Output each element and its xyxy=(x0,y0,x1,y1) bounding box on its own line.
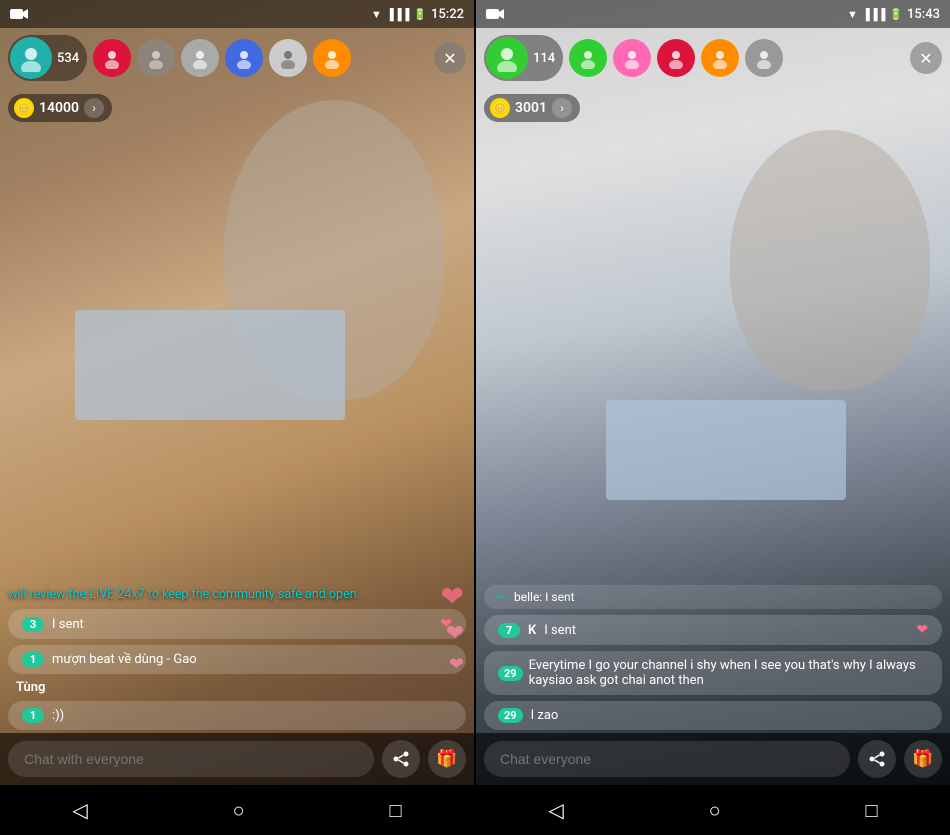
badge-1-left: 3 xyxy=(22,617,44,632)
status-time-left: 15:22 xyxy=(431,7,464,22)
recents-button-left[interactable]: □ xyxy=(389,798,401,823)
badge-long-right: 29 xyxy=(498,666,523,681)
bottom-nav-left: ◁ ○ □ xyxy=(0,785,474,835)
chat-bubble-1-left: 3 I sent ❤ xyxy=(8,609,466,639)
coin-amount-left: 14000 xyxy=(39,100,79,116)
badge-3-left: 1 xyxy=(22,708,44,723)
chat-text-2-left: mượn beat về dùng - Gao xyxy=(52,652,452,667)
status-right-group-right: ▼ ▐▐▐ 🔋 15:43 xyxy=(847,7,940,22)
right-phone-panel: ▼ ▐▐▐ 🔋 15:43 114 xyxy=(476,0,950,835)
bars-icon-left: ▐▐▐ xyxy=(386,8,409,21)
chat-username-2-left: Tùng xyxy=(8,676,466,695)
badge-zao-right: 29 xyxy=(498,708,523,723)
status-bar-right: ▼ ▐▐▐ 🔋 15:43 xyxy=(476,0,950,28)
coin-bar-left[interactable]: 🪙 14000 › xyxy=(8,94,112,122)
gift-button-right[interactable]: 🎁 xyxy=(904,740,942,778)
coin-arrow-left[interactable]: › xyxy=(84,98,104,118)
bottom-nav-right: ◁ ○ □ xyxy=(476,785,950,835)
chat-text-3-left: :)) xyxy=(52,708,452,723)
chat-text-k-right: I sent xyxy=(544,623,908,638)
system-message-left: will review the LIVE 24x7 to keep the co… xyxy=(8,586,466,604)
k-username-right: K xyxy=(528,623,536,638)
badge-belle-right xyxy=(496,596,506,598)
host-avatar-left xyxy=(10,37,52,79)
camera-icon-right xyxy=(486,6,506,22)
chat-text-zao-right: I zao xyxy=(531,708,928,723)
bars-icon-right: ▐▐▐ xyxy=(862,8,885,21)
belle-username-right: belle: I sent xyxy=(514,590,930,604)
signal-icon-left: ▼ xyxy=(371,8,382,21)
top-bar-right: 114 xyxy=(476,28,950,88)
viewer-avatar-2-right[interactable] xyxy=(613,39,651,77)
coin-amount-right: 3001 xyxy=(515,100,547,116)
viewer-avatar-6-left[interactable] xyxy=(313,39,351,77)
heart-k-right: ❤ xyxy=(916,622,928,638)
face-silhouette-right xyxy=(730,130,930,390)
badge-k-right: 7 xyxy=(498,623,520,638)
viewer-avatar-5-left[interactable] xyxy=(269,39,307,77)
status-bar-left: ▼ ▐▐▐ 🔋 15:22 xyxy=(0,0,474,28)
host-info-right[interactable]: 114 xyxy=(484,35,563,81)
close-button-left[interactable]: ✕ xyxy=(434,42,466,74)
chat-area-left: will review the LIVE 24x7 to keep the co… xyxy=(0,586,474,731)
battery-icon-right: 🔋 xyxy=(889,8,903,21)
bubble-row-1-right: 29 Everytime I go your channel i shy whe… xyxy=(498,658,928,688)
viewer-count-left: 534 xyxy=(57,51,79,66)
close-button-right[interactable]: ✕ xyxy=(910,42,942,74)
viewer-avatar-3-left[interactable] xyxy=(181,39,219,77)
chat-text-1-left: I sent xyxy=(52,617,432,632)
camera-icon-left xyxy=(10,6,30,22)
viewer-avatar-3-right[interactable] xyxy=(657,39,695,77)
gift-button-left[interactable]: 🎁 xyxy=(428,740,466,778)
viewer-avatar-1-right[interactable] xyxy=(569,39,607,77)
share-button-right[interactable] xyxy=(858,740,896,778)
status-time-right: 15:43 xyxy=(907,7,940,22)
chat-bubble-k-right: 7 K I sent ❤ xyxy=(484,615,942,645)
left-phone-panel: ▼ ▐▐▐ 🔋 15:22 534 xyxy=(0,0,474,835)
share-button-left[interactable] xyxy=(382,740,420,778)
host-avatar-right xyxy=(486,37,528,79)
back-button-right[interactable]: ◁ xyxy=(548,798,563,822)
chat-text-long-right: Everytime I go your channel i shy when I… xyxy=(529,658,928,688)
heart-badge-1-left: ❤ xyxy=(440,616,452,632)
privacy-overlay-left xyxy=(75,310,345,420)
viewer-count-right: 114 xyxy=(533,51,555,66)
viewer-avatar-5-right[interactable] xyxy=(745,39,783,77)
signal-icon-right: ▼ xyxy=(847,8,858,21)
coin-bar-right[interactable]: 🪙 3001 › xyxy=(484,94,580,122)
badge-2-left: 1 xyxy=(22,652,44,667)
top-bar-left: 534 xyxy=(0,28,474,88)
home-button-right[interactable]: ○ xyxy=(709,798,721,823)
chat-bubble-long-right: 29 Everytime I go your channel i shy whe… xyxy=(484,651,942,695)
chat-input-right[interactable] xyxy=(484,741,850,777)
viewer-avatar-4-left[interactable] xyxy=(225,39,263,77)
coin-icon-left: 🪙 xyxy=(14,98,34,118)
chat-input-bar-right: 🎁 xyxy=(476,733,950,785)
chat-area-right: belle: I sent 7 K I sent ❤ 29 Everytime … xyxy=(476,585,950,730)
chat-bubble-belle-right: belle: I sent xyxy=(484,585,942,609)
chat-input-left[interactable] xyxy=(8,741,374,777)
chat-bubble-2-left: 1 mượn beat về dùng - Gao xyxy=(8,645,466,674)
home-button-left[interactable]: ○ xyxy=(233,798,245,823)
chat-input-bar-left: 🎁 xyxy=(0,733,474,785)
coin-arrow-right[interactable]: › xyxy=(552,98,572,118)
battery-icon-left: 🔋 xyxy=(413,8,427,21)
host-info-left[interactable]: 534 xyxy=(8,35,87,81)
viewer-avatar-2-left[interactable] xyxy=(137,39,175,77)
viewer-avatar-1-left[interactable] xyxy=(93,39,131,77)
chat-bubble-zao-right: 29 I zao xyxy=(484,701,942,730)
chat-bubble-3-left: 1 :)) xyxy=(8,701,466,730)
coin-icon-right: 🪙 xyxy=(490,98,510,118)
back-button-left[interactable]: ◁ xyxy=(72,798,87,822)
status-right-group-left: ▼ ▐▐▐ 🔋 15:22 xyxy=(371,7,464,22)
viewer-avatar-4-right[interactable] xyxy=(701,39,739,77)
privacy-overlay-right xyxy=(606,400,846,500)
recents-button-right[interactable]: □ xyxy=(865,798,877,823)
